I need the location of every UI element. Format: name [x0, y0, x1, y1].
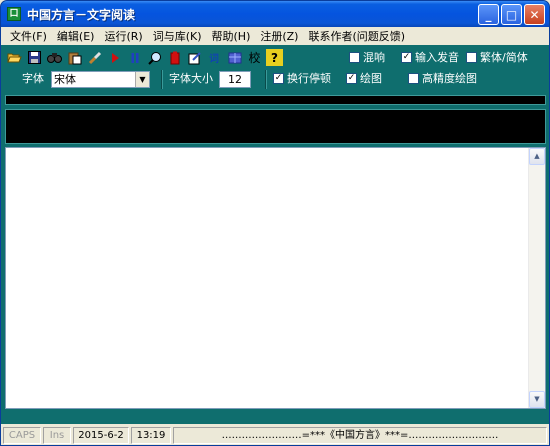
minimize-button[interactable]: _ — [478, 4, 499, 25]
proof-button[interactable]: 校 — [245, 48, 264, 67]
scroll-down-icon[interactable]: ▼ — [529, 391, 545, 408]
status-message: ……………………=***《中国方言》***=……………………… — [173, 427, 547, 444]
paste-button[interactable] — [65, 48, 84, 67]
play-button[interactable] — [105, 48, 124, 67]
separator — [265, 70, 267, 89]
maximize-button[interactable]: □ — [501, 4, 522, 25]
pause-button[interactable] — [125, 48, 144, 67]
input-voice-checkbox[interactable]: ✓ — [401, 51, 412, 63]
pause-icon — [131, 52, 138, 63]
svg-text:词: 词 — [209, 53, 219, 65]
lexicon-icon: 词 — [209, 53, 219, 65]
hi-precision-draw-label: 高精度绘图 — [422, 72, 477, 85]
pinyin-display — [5, 95, 546, 105]
text-display — [5, 109, 546, 144]
mute-option[interactable]: 混响 — [349, 49, 385, 65]
proof-icon: 校 — [248, 50, 261, 65]
edit-icon — [188, 51, 201, 64]
line-pause-checkbox[interactable]: ✓ — [273, 72, 284, 84]
input-voice-label: 输入发音 — [415, 51, 459, 64]
help-icon: ? — [271, 50, 278, 65]
window-title: 中国方言－文字阅读 — [27, 7, 136, 22]
toolbar: 词 校 ? — [5, 48, 284, 67]
mute-checkbox[interactable] — [349, 51, 360, 63]
play-icon — [111, 52, 119, 63]
scroll-up-icon[interactable]: ▲ — [529, 148, 545, 165]
draw-label: 绘图 — [360, 72, 382, 85]
table-icon — [228, 52, 241, 63]
open-button[interactable] — [5, 48, 24, 67]
brush-button[interactable] — [85, 48, 104, 67]
save-button[interactable] — [25, 48, 44, 67]
input-voice-option[interactable]: ✓ 输入发音 — [401, 49, 459, 65]
draw-option[interactable]: ✓ 绘图 — [346, 70, 382, 86]
main-window: 口 中国方言－文字阅读 _ □ ✕ 文件(F) 编辑(E) 运行(R) 词与库(… — [0, 0, 550, 446]
status-bar: CAPS Ins 2015-6-2 13:19 ……………………=***《中国方… — [1, 424, 549, 445]
hi-precision-draw-checkbox[interactable] — [408, 72, 419, 84]
stop-icon — [170, 51, 179, 64]
help-button[interactable]: ? — [265, 48, 284, 67]
stop-button[interactable] — [165, 48, 184, 67]
trad-simp-checkbox[interactable] — [466, 51, 477, 63]
close-icon: ✕ — [529, 7, 540, 22]
draw-checkbox[interactable]: ✓ — [346, 72, 357, 84]
maximize-icon: □ — [505, 7, 518, 22]
table-button[interactable] — [225, 48, 244, 67]
open-icon — [7, 53, 22, 63]
menu-file[interactable]: 文件(F) — [5, 28, 52, 44]
vertical-scrollbar[interactable]: ▲ ▼ — [528, 148, 545, 408]
mute-label: 混响 — [363, 51, 385, 64]
status-date: 2015-6-2 — [73, 427, 129, 444]
find-icon — [47, 53, 62, 63]
zoom-icon — [147, 51, 161, 65]
caps-indicator: CAPS — [3, 427, 41, 444]
status-time: 13:19 — [131, 427, 171, 444]
reading-text-area[interactable]: ▲ ▼ — [5, 147, 546, 409]
font-label: 字体 — [22, 72, 44, 85]
font-size-label: 字体大小 — [169, 72, 213, 85]
hi-precision-draw-option[interactable]: 高精度绘图 — [408, 70, 477, 86]
menu-lexicon[interactable]: 词与库(K) — [148, 28, 207, 44]
brush-icon — [88, 51, 101, 64]
trad-simp-option[interactable]: 繁体/简体 — [466, 49, 528, 65]
save-icon — [28, 51, 41, 64]
font-select-value: 宋体 — [54, 73, 76, 86]
app-icon: 口 — [7, 7, 21, 21]
menu-help[interactable]: 帮助(H) — [207, 28, 256, 44]
line-pause-label: 换行停顿 — [287, 72, 331, 85]
chevron-down-icon[interactable]: ▼ — [135, 72, 149, 87]
menu-edit[interactable]: 编辑(E) — [52, 28, 100, 44]
menu-run[interactable]: 运行(R) — [99, 28, 147, 44]
line-pause-option[interactable]: ✓ 换行停顿 — [273, 70, 331, 86]
toolbar-area: 词 校 ? 混响 ✓ 输入发音 繁体/简体 字体 宋体 ▼ 字体大小 12 ✓ … — [1, 45, 549, 93]
separator — [161, 70, 163, 89]
trad-simp-label: 繁体/简体 — [480, 51, 528, 64]
font-select[interactable]: 宋体 ▼ — [51, 71, 150, 88]
close-button[interactable]: ✕ — [524, 4, 545, 25]
minimize-icon: _ — [485, 7, 492, 22]
menu-register[interactable]: 注册(Z) — [255, 28, 303, 44]
ins-indicator: Ins — [43, 427, 71, 444]
menu-bar: 文件(F) 编辑(E) 运行(R) 词与库(K) 帮助(H) 注册(Z) 联系作… — [1, 27, 549, 45]
find-button[interactable] — [45, 48, 64, 67]
font-size-input[interactable]: 12 — [219, 71, 251, 88]
edit-button[interactable] — [185, 48, 204, 67]
zoom-button[interactable] — [145, 48, 164, 67]
caption-buttons: _ □ ✕ — [478, 4, 545, 25]
menu-contact[interactable]: 联系作者(问题反馈) — [303, 28, 410, 44]
lexicon-button[interactable]: 词 — [205, 48, 224, 67]
paste-icon — [68, 52, 81, 64]
title-bar[interactable]: 口 中国方言－文字阅读 _ □ ✕ — [1, 1, 549, 27]
